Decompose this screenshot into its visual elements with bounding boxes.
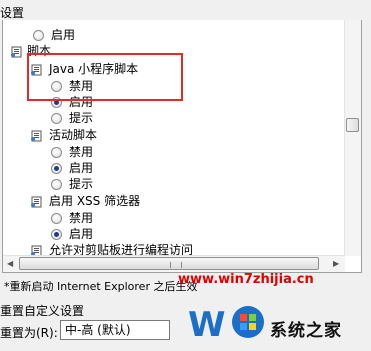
radio-active-disable[interactable]: [51, 147, 62, 158]
label-active-enable: 启用: [69, 161, 94, 175]
scroll-left-arrow-icon[interactable]: ◀: [7, 259, 13, 268]
label-active-prompt: 提示: [69, 177, 94, 191]
radio-xss-disable[interactable]: [51, 213, 62, 224]
setting-xss-filter: 启用 XSS 筛选器: [49, 194, 141, 208]
label-java-prompt: 提示: [69, 111, 94, 125]
scroll-right-arrow-icon[interactable]: ▶: [333, 259, 339, 268]
vertical-scrollbar[interactable]: [344, 20, 361, 256]
reset-section-title: 重置自定义设置: [0, 304, 85, 318]
win7-logo-icon: W: [188, 305, 264, 345]
label-xss-disable: 禁用: [69, 211, 94, 225]
settings-icon: [31, 130, 42, 142]
radio-java-prompt[interactable]: [51, 113, 62, 124]
radio-active-enable[interactable]: [51, 163, 62, 174]
svg-text:W: W: [188, 305, 226, 345]
radio-active-prompt[interactable]: [51, 179, 62, 190]
watermark: www.win7zhijia.cn W 系统之家: [152, 268, 371, 351]
settings-icon: [31, 196, 42, 208]
label-active-disable: 禁用: [69, 145, 94, 159]
label-xss-enable: 启用: [69, 227, 94, 241]
watermark-url: www.win7zhijia.cn: [178, 272, 314, 287]
vertical-scroll-thumb[interactable]: [346, 118, 359, 132]
setting-active-script: 活动脚本: [49, 128, 98, 142]
radio-xss-enable[interactable]: [51, 229, 62, 240]
label-prev-enable: 启用: [51, 28, 76, 42]
watermark-brand: 系统之家: [270, 321, 342, 341]
settings-icon: [11, 46, 22, 58]
reset-label: 重置为(R):: [0, 326, 58, 340]
highlight-box: [27, 53, 183, 101]
radio-prev-enable[interactable]: [33, 30, 44, 41]
group-title: 设置: [0, 6, 25, 20]
